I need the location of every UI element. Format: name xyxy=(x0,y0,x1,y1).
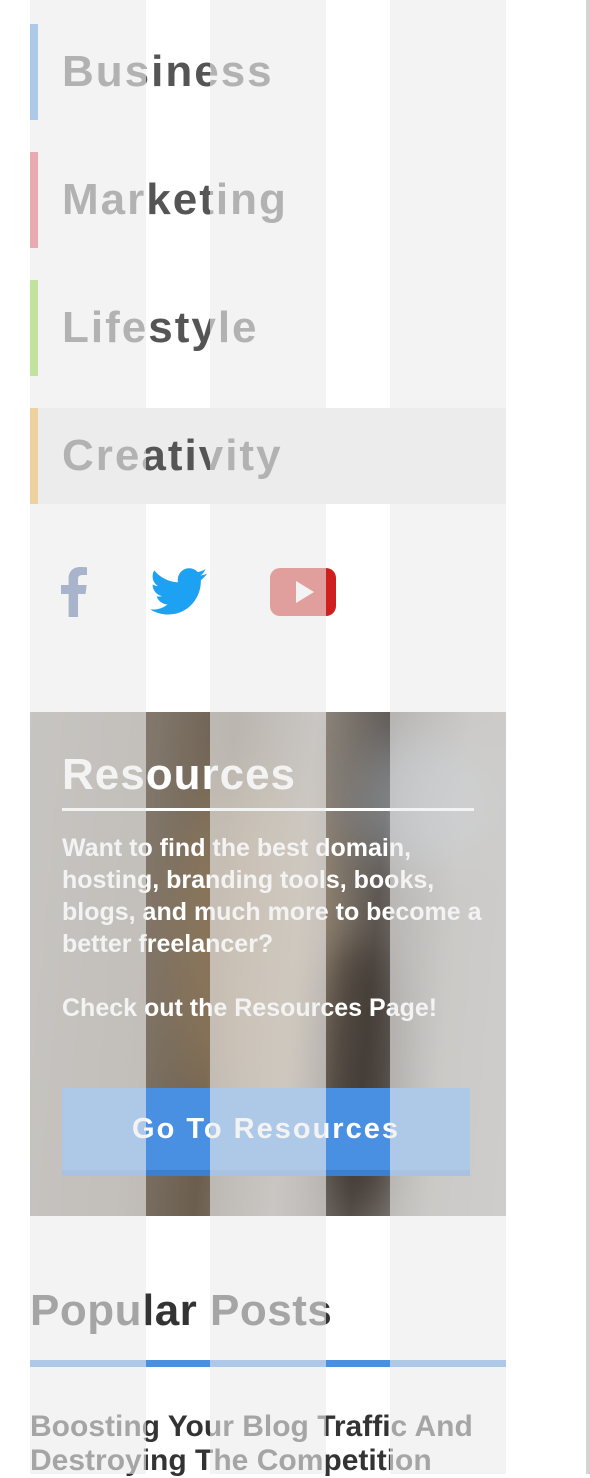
sidebar: Business Marketing Lifestyle Creativity xyxy=(30,0,506,1477)
popular-posts-divider xyxy=(30,1360,506,1367)
popular-posts-title: Popular Posts xyxy=(30,1286,333,1335)
category-label: Business xyxy=(62,47,274,96)
category-item-business[interactable]: Business xyxy=(30,24,506,120)
resources-description: Want to find the best domain, hosting, b… xyxy=(62,834,482,958)
twitter-icon xyxy=(150,568,207,615)
facebook-icon xyxy=(61,567,87,617)
page-scrollbar-track[interactable] xyxy=(586,0,590,1474)
popular-post-link[interactable]: Boosting Your Blog Traffic And Destroyin… xyxy=(30,1410,506,1478)
go-to-resources-button[interactable]: Go To Resources xyxy=(62,1088,470,1176)
category-color-bar xyxy=(30,408,38,504)
youtube-icon xyxy=(270,568,336,616)
category-color-bar xyxy=(30,152,38,248)
twitter-link[interactable] xyxy=(148,560,210,624)
category-label: Creativity xyxy=(62,431,283,480)
resources-title: Resources xyxy=(62,750,297,799)
category-item-marketing[interactable]: Marketing xyxy=(30,152,506,248)
youtube-link[interactable] xyxy=(270,560,336,624)
category-label: Marketing xyxy=(62,175,288,224)
category-color-bar xyxy=(30,24,38,120)
resources-cta-text: Check out the Resources Page! xyxy=(62,994,438,1022)
category-color-bar xyxy=(30,280,38,376)
resources-widget: Resources Want to find the best domain, … xyxy=(30,712,506,1216)
resources-title-underline xyxy=(62,808,474,811)
category-item-lifestyle[interactable]: Lifestyle xyxy=(30,280,506,376)
category-label: Lifestyle xyxy=(62,303,259,352)
category-item-creativity[interactable]: Creativity xyxy=(30,408,506,504)
facebook-link[interactable] xyxy=(58,560,90,624)
